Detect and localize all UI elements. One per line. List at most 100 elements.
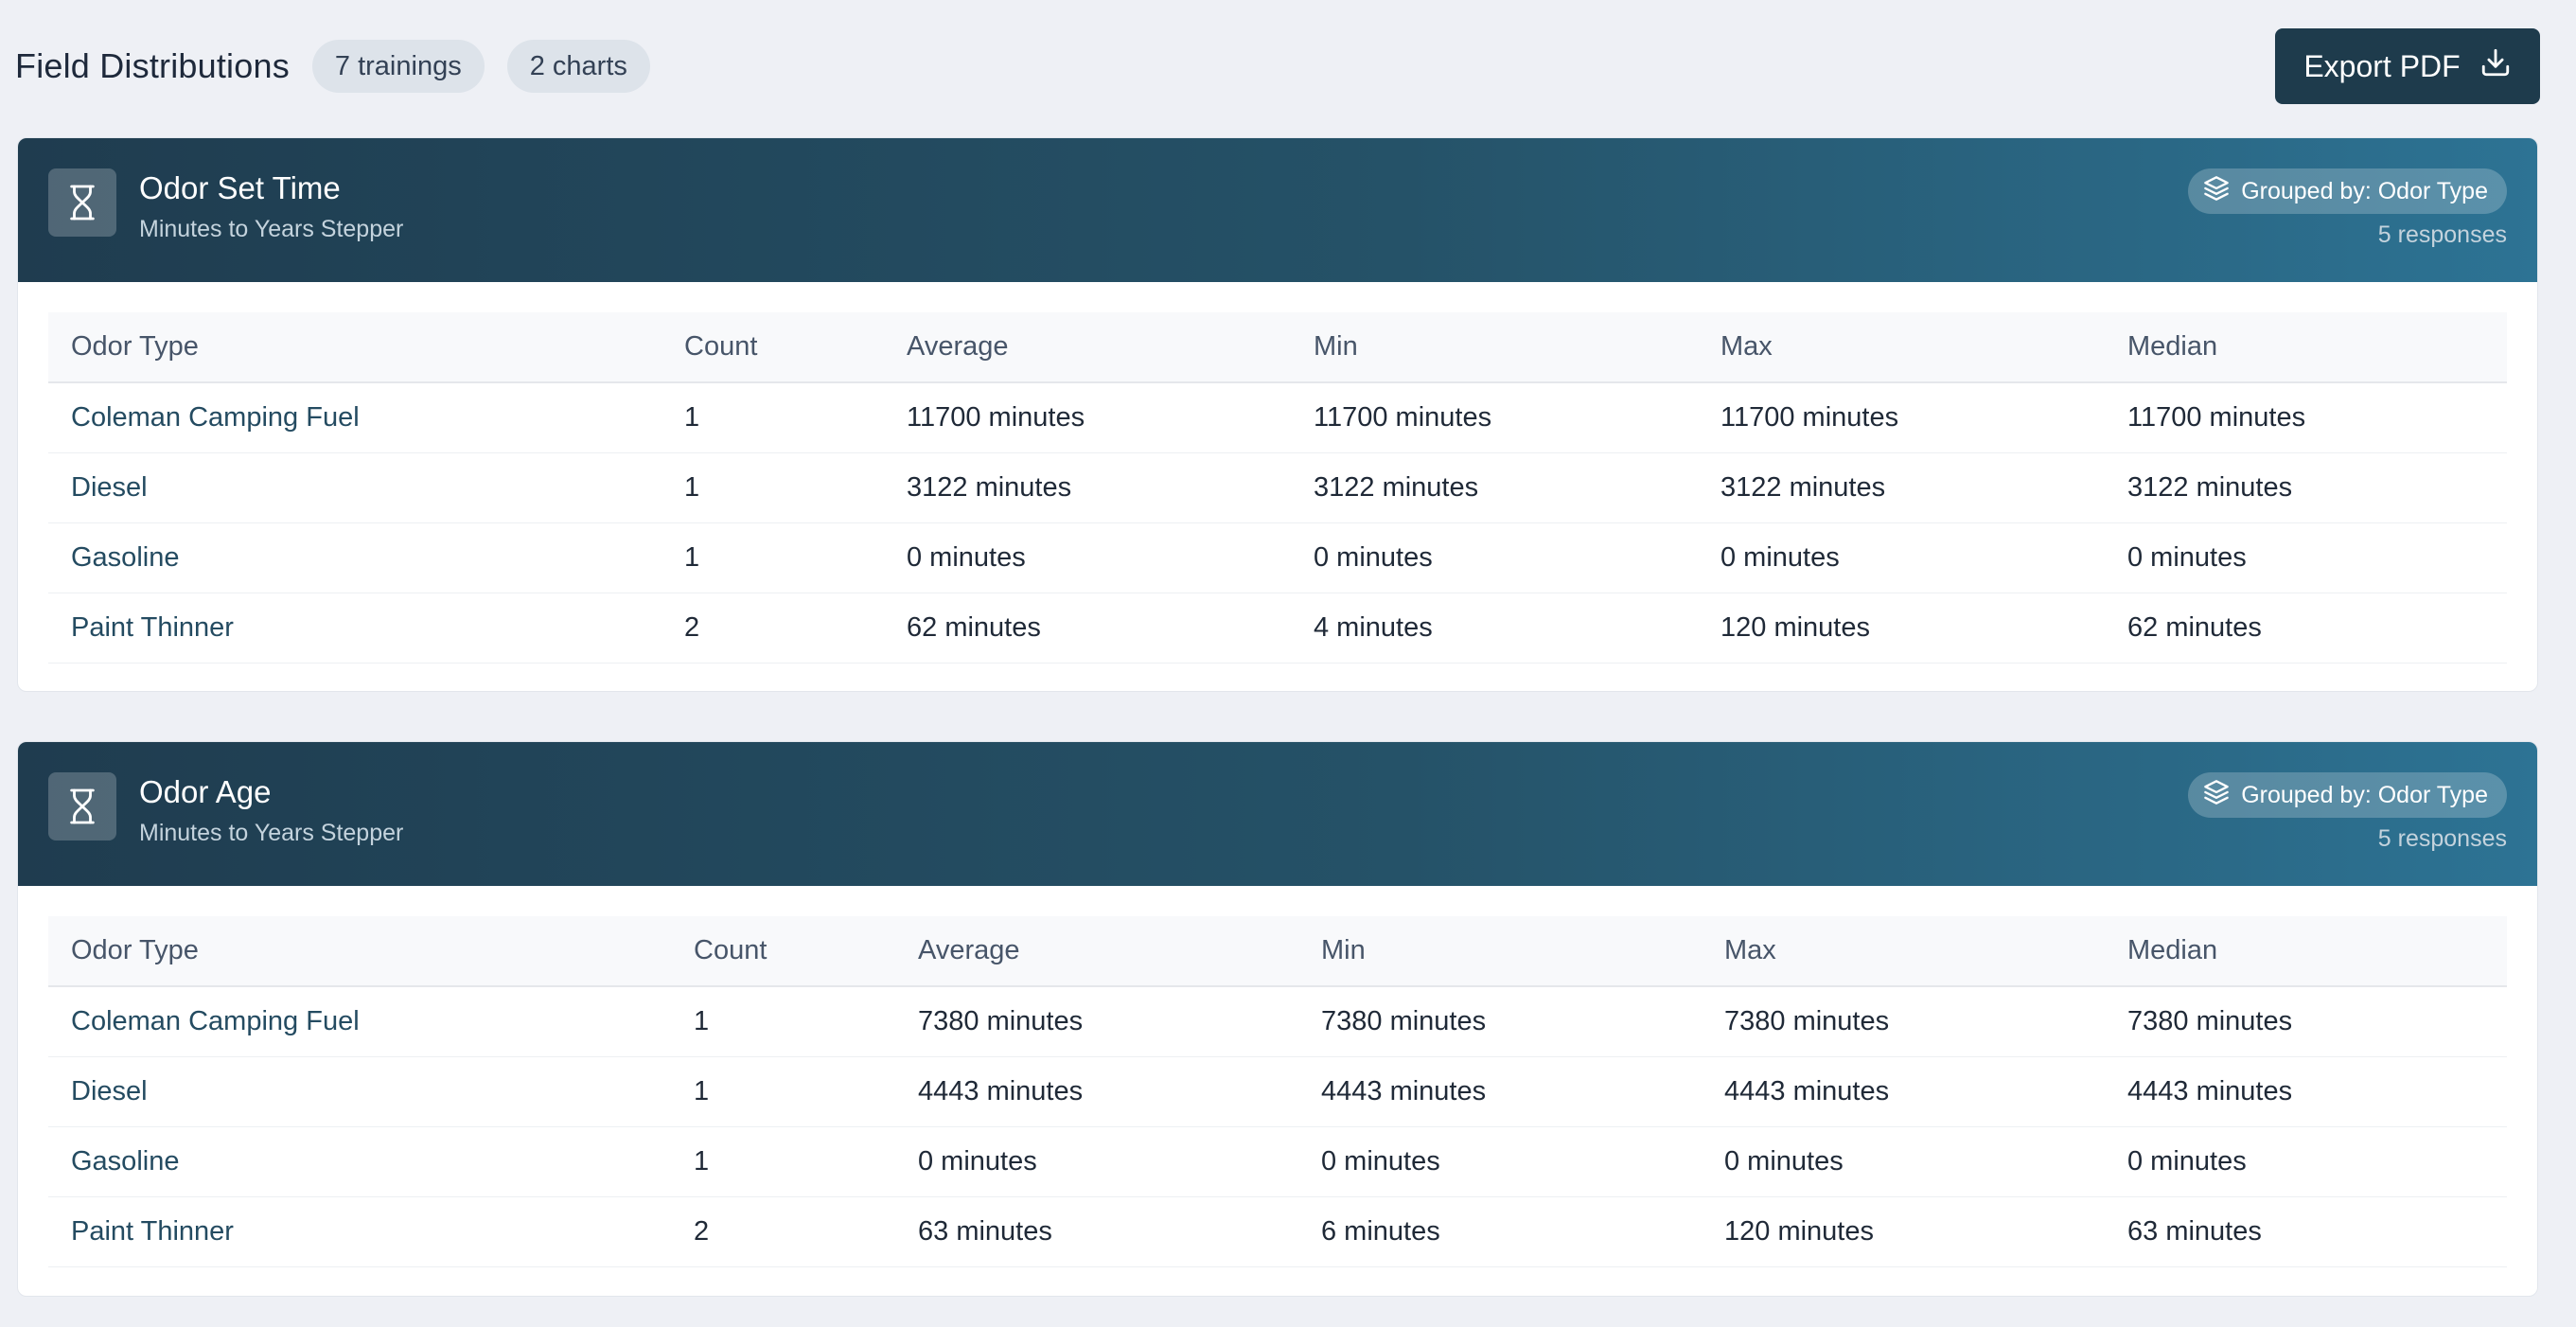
- group-name-cell: Coleman Camping Fuel: [48, 986, 671, 1057]
- count-cell: 1: [662, 382, 884, 453]
- column-header[interactable]: Odor Type: [48, 312, 662, 383]
- card-header: Odor Age Minutes to Years Stepper Groupe…: [18, 742, 2537, 886]
- group-name-cell: Diesel: [48, 452, 662, 523]
- count-cell: 1: [671, 1056, 895, 1127]
- count-cell: 1: [662, 452, 884, 523]
- grouped-by-label: Grouped by: Odor Type: [2241, 781, 2488, 808]
- column-header[interactable]: Median: [2105, 916, 2507, 987]
- max-cell: 4443 minutes: [1702, 1056, 2105, 1127]
- column-header[interactable]: Average: [884, 312, 1291, 383]
- min-cell: 0 minutes: [1298, 1126, 1702, 1197]
- min-cell: 4443 minutes: [1298, 1056, 1702, 1127]
- min-cell: 3122 minutes: [1291, 452, 1698, 523]
- min-cell: 6 minutes: [1298, 1196, 1702, 1267]
- table-row: Paint Thinner 2 62 minutes 4 minutes 120…: [48, 593, 2507, 664]
- export-pdf-button[interactable]: Export PDF: [2275, 28, 2540, 104]
- min-cell: 7380 minutes: [1298, 986, 1702, 1057]
- median-cell: 0 minutes: [2105, 1126, 2507, 1197]
- average-cell: 0 minutes: [884, 522, 1291, 593]
- max-cell: 3122 minutes: [1698, 452, 2105, 523]
- max-cell: 0 minutes: [1702, 1126, 2105, 1197]
- grouped-by-label: Grouped by: Odor Type: [2241, 177, 2488, 204]
- table-header-row: Odor Type Count Average Min Max Median: [48, 312, 2507, 383]
- stats-table: Odor Type Count Average Min Max Median C…: [48, 312, 2507, 664]
- column-header[interactable]: Min: [1298, 916, 1702, 987]
- table-row: Gasoline 1 0 minutes 0 minutes 0 minutes…: [48, 522, 2507, 593]
- column-header[interactable]: Odor Type: [48, 916, 671, 987]
- median-cell: 11700 minutes: [2105, 382, 2507, 453]
- column-header[interactable]: Average: [895, 916, 1298, 987]
- average-cell: 62 minutes: [884, 593, 1291, 664]
- hourglass-icon: [48, 772, 116, 840]
- field-title: Odor Set Time: [139, 170, 341, 205]
- count-cell: 2: [662, 593, 884, 664]
- page-header: Field Distributions 7 trainings 2 charts…: [15, 28, 2540, 104]
- count-cell: 1: [671, 986, 895, 1057]
- stats-table-container: Odor Type Count Average Min Max Median C…: [48, 312, 2507, 664]
- count-cell: 1: [671, 1126, 895, 1197]
- count-cell: 1: [662, 522, 884, 593]
- export-pdf-label: Export PDF: [2303, 48, 2461, 83]
- distribution-card-odor-age: Odor Age Minutes to Years Stepper Groupe…: [17, 741, 2538, 1297]
- trainings-count-badge: 7 trainings: [311, 40, 485, 93]
- grouped-by-badge: Grouped by: Odor Type: [2188, 772, 2507, 818]
- average-cell: 11700 minutes: [884, 382, 1291, 453]
- max-cell: 11700 minutes: [1698, 382, 2105, 453]
- charts-count-badge: 2 charts: [506, 40, 650, 93]
- median-cell: 4443 minutes: [2105, 1056, 2507, 1127]
- layers-icon: [2203, 779, 2230, 812]
- column-header[interactable]: Max: [1702, 916, 2105, 987]
- group-name-cell: Coleman Camping Fuel: [48, 382, 662, 453]
- layers-icon: [2203, 175, 2230, 208]
- count-cell: 2: [671, 1196, 895, 1267]
- average-cell: 7380 minutes: [895, 986, 1298, 1057]
- average-cell: 4443 minutes: [895, 1056, 1298, 1127]
- table-row: Diesel 1 4443 minutes 4443 minutes 4443 …: [48, 1056, 2507, 1127]
- field-type: Minutes to Years Stepper: [139, 216, 404, 242]
- responses-count: 5 responses: [2377, 221, 2507, 248]
- distribution-card-odor-set-time: Odor Set Time Minutes to Years Stepper G…: [17, 137, 2538, 692]
- average-cell: 0 minutes: [895, 1126, 1298, 1197]
- column-header[interactable]: Min: [1291, 312, 1698, 383]
- group-name-cell: Paint Thinner: [48, 1196, 671, 1267]
- card-header: Odor Set Time Minutes to Years Stepper G…: [18, 138, 2537, 282]
- group-name-cell: Paint Thinner: [48, 593, 662, 664]
- column-header[interactable]: Count: [671, 916, 895, 987]
- table-header-row: Odor Type Count Average Min Max Median: [48, 916, 2507, 987]
- table-row: Gasoline 1 0 minutes 0 minutes 0 minutes…: [48, 1126, 2507, 1197]
- max-cell: 0 minutes: [1698, 522, 2105, 593]
- field-title: Odor Age: [139, 774, 272, 809]
- stats-table-container: Odor Type Count Average Min Max Median C…: [48, 916, 2507, 1267]
- page-title: Field Distributions: [15, 46, 290, 85]
- group-name-cell: Gasoline: [48, 1126, 671, 1197]
- group-name-cell: Gasoline: [48, 522, 662, 593]
- table-row: Coleman Camping Fuel 1 7380 minutes 7380…: [48, 986, 2507, 1057]
- download-icon: [2479, 46, 2512, 86]
- median-cell: 63 minutes: [2105, 1196, 2507, 1267]
- min-cell: 11700 minutes: [1291, 382, 1698, 453]
- max-cell: 7380 minutes: [1702, 986, 2105, 1057]
- responses-count: 5 responses: [2377, 825, 2507, 852]
- group-name-cell: Diesel: [48, 1056, 671, 1127]
- page: Field Distributions 7 trainings 2 charts…: [0, 0, 2576, 1327]
- min-cell: 4 minutes: [1291, 593, 1698, 664]
- column-header[interactable]: Count: [662, 312, 884, 383]
- grouped-by-badge: Grouped by: Odor Type: [2188, 168, 2507, 214]
- hourglass-icon: [48, 168, 116, 237]
- table-row: Coleman Camping Fuel 1 11700 minutes 117…: [48, 382, 2507, 453]
- median-cell: 7380 minutes: [2105, 986, 2507, 1057]
- median-cell: 62 minutes: [2105, 593, 2507, 664]
- average-cell: 3122 minutes: [884, 452, 1291, 523]
- average-cell: 63 minutes: [895, 1196, 1298, 1267]
- median-cell: 0 minutes: [2105, 522, 2507, 593]
- stats-table: Odor Type Count Average Min Max Median C…: [48, 916, 2507, 1267]
- median-cell: 3122 minutes: [2105, 452, 2507, 523]
- table-row: Diesel 1 3122 minutes 3122 minutes 3122 …: [48, 452, 2507, 523]
- column-header[interactable]: Median: [2105, 312, 2507, 383]
- field-type: Minutes to Years Stepper: [139, 820, 404, 846]
- column-header[interactable]: Max: [1698, 312, 2105, 383]
- table-row: Paint Thinner 2 63 minutes 6 minutes 120…: [48, 1196, 2507, 1267]
- max-cell: 120 minutes: [1698, 593, 2105, 664]
- min-cell: 0 minutes: [1291, 522, 1698, 593]
- max-cell: 120 minutes: [1702, 1196, 2105, 1267]
